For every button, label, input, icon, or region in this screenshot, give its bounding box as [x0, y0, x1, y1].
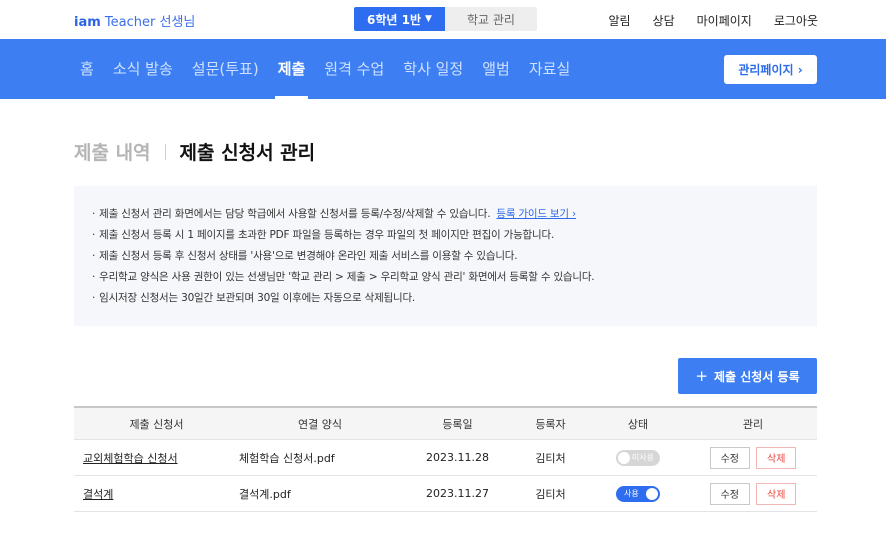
status-cell: 미사용	[587, 440, 689, 475]
notice-text: 임시저장 신청서는 30일간 보관되며 30일 이후에는 자동으로 삭제됩니다.	[99, 292, 416, 304]
notice-line: 임시저장 신청서는 30일간 보관되며 30일 이후에는 자동으로 삭제됩니다.	[92, 290, 817, 311]
col-header-linked-file: 연결 양식	[298, 417, 342, 431]
class-selector-button[interactable]: 6학년 1반 ▼	[354, 7, 445, 31]
date-cell: 2023.11.27	[426, 487, 489, 500]
date-cell: 2023.11.28	[426, 451, 489, 464]
nav-item-remote-class[interactable]: 원격 수업	[324, 39, 384, 99]
col-header-status: 상태	[627, 417, 649, 431]
form-name-cell: 결석계	[74, 476, 239, 511]
logo-text: Teacher 선생님	[104, 15, 196, 30]
delete-button[interactable]: 삭제	[756, 482, 797, 505]
linked-file-cell: 체험학습 신청서.pdf	[239, 451, 335, 465]
status-toggle-label: 사용	[624, 489, 639, 498]
notice-line: 제출 신청서 등록 시 1 페이지를 초과한 PDF 파일을 등록하는 경우 파…	[92, 227, 817, 248]
page-title: 제출 신청서 관리	[179, 142, 316, 164]
col-header-author: 등록자	[535, 417, 566, 431]
top-links: 알림 상담 마이페이지 로그아웃	[586, 12, 818, 29]
register-form-label: 제출 신청서 등록	[713, 369, 800, 384]
nav-item-archive[interactable]: 자료실	[529, 39, 570, 99]
nav-item-home[interactable]: 홈	[80, 39, 94, 99]
main-nav-band: 홈 소식 발송 설문(투표) 제출 원격 수업 학사 일정 앨범 자료실 관리페…	[0, 39, 886, 99]
forms-table: 제출 신청서 연결 양식 등록일 등록자 상태 관리 교외체험학습 신청서 체험…	[74, 406, 817, 512]
page-heading: 제출 내역 제출 신청서 관리	[74, 138, 315, 165]
nav-item-survey[interactable]: 설문(투표)	[192, 39, 259, 99]
table-row: 결석계 결석계.pdf 2023.11.27 김티처 사용 수정 삭제	[74, 476, 817, 512]
school-manage-button[interactable]: 학교 관리	[445, 7, 537, 31]
col-header-manage: 관리	[742, 417, 764, 431]
link-mypage[interactable]: 마이페이지	[697, 12, 752, 29]
col-header-date: 등록일	[442, 417, 473, 431]
status-toggle-label: 미사용	[631, 453, 654, 462]
nav-item-news[interactable]: 소식 발송	[113, 39, 173, 99]
status-toggle[interactable]: 미사용	[616, 449, 660, 466]
top-bar: iam Teacher 선생님 6학년 1반 ▼ 학교 관리 알림 상담 마이페…	[0, 0, 886, 39]
admin-page-button[interactable]: 관리페이지 ›	[724, 55, 817, 84]
logo[interactable]: iam Teacher 선생님	[74, 11, 195, 30]
status-cell: 사용	[587, 476, 689, 511]
notice-text: 우리학교 양식은 사용 권한이 있는 선생님만 '학교 관리 > 제출 > 우리…	[99, 271, 595, 283]
table-header: 제출 신청서 연결 양식 등록일 등록자 상태 관리	[74, 408, 817, 440]
notice-line: 제출 신청서 관리 화면에서는 담당 학급에서 사용할 신청서를 등록/수정/삭…	[92, 206, 817, 227]
linked-file-cell: 결석계.pdf	[239, 487, 291, 501]
notice-box: 제출 신청서 관리 화면에서는 담당 학급에서 사용할 신청서를 등록/수정/삭…	[74, 186, 817, 326]
notice-line: 우리학교 양식은 사용 권한이 있는 선생님만 '학교 관리 > 제출 > 우리…	[92, 269, 817, 290]
notice-text: 제출 신청서 등록 후 신청서 상태를 '사용'으로 변경해야 온라인 제출 서…	[99, 250, 518, 262]
toggle-knob	[618, 451, 630, 464]
chevron-down-icon: ▼	[425, 14, 432, 24]
form-name-link[interactable]: 결석계	[83, 486, 113, 502]
notice-line: 제출 신청서 등록 후 신청서 상태를 '사용'으로 변경해야 온라인 제출 서…	[92, 248, 817, 269]
logo-brand: iam	[74, 15, 101, 30]
main-nav: 홈 소식 발송 설문(투표) 제출 원격 수업 학사 일정 앨범 자료실	[80, 39, 589, 99]
plus-icon: +	[695, 367, 708, 385]
notice-text: 제출 신청서 등록 시 1 페이지를 초과한 PDF 파일을 등록하는 경우 파…	[99, 229, 555, 241]
edit-button[interactable]: 수정	[709, 446, 750, 469]
delete-button[interactable]: 삭제	[756, 446, 797, 469]
author-cell: 김티처	[535, 487, 566, 501]
class-switch: 6학년 1반 ▼ 학교 관리	[354, 7, 537, 31]
edit-button[interactable]: 수정	[709, 482, 750, 505]
nav-item-album[interactable]: 앨범	[482, 39, 510, 99]
nav-item-schedule[interactable]: 학사 일정	[403, 39, 463, 99]
author-cell: 김티처	[535, 451, 566, 465]
col-header-form: 제출 신청서	[129, 417, 184, 431]
form-name-cell: 교외체험학습 신청서	[74, 440, 239, 475]
nav-item-submission[interactable]: 제출	[274, 39, 308, 99]
link-notifications[interactable]: 알림	[608, 12, 630, 29]
table-row: 교외체험학습 신청서 체험학습 신청서.pdf 2023.11.28 김티처 미…	[74, 440, 817, 476]
manage-cell: 수정 삭제	[689, 476, 817, 511]
status-toggle[interactable]: 사용	[616, 485, 660, 502]
manage-cell: 수정 삭제	[689, 440, 817, 475]
notice-text: 제출 신청서 관리 화면에서는 담당 학급에서 사용할 신청서를 등록/수정/삭…	[99, 208, 491, 220]
form-name-link[interactable]: 교외체험학습 신청서	[83, 450, 178, 466]
submission-history-tab[interactable]: 제출 내역	[74, 138, 151, 165]
guide-link[interactable]: 등록 가이드 보기 ›	[496, 208, 576, 220]
toggle-knob	[646, 487, 658, 500]
heading-divider	[164, 143, 166, 160]
link-counsel[interactable]: 상담	[653, 12, 675, 29]
link-logout[interactable]: 로그아웃	[774, 12, 818, 29]
class-selector-label: 6학년 1반	[367, 12, 422, 27]
register-form-button[interactable]: + 제출 신청서 등록	[678, 358, 817, 394]
